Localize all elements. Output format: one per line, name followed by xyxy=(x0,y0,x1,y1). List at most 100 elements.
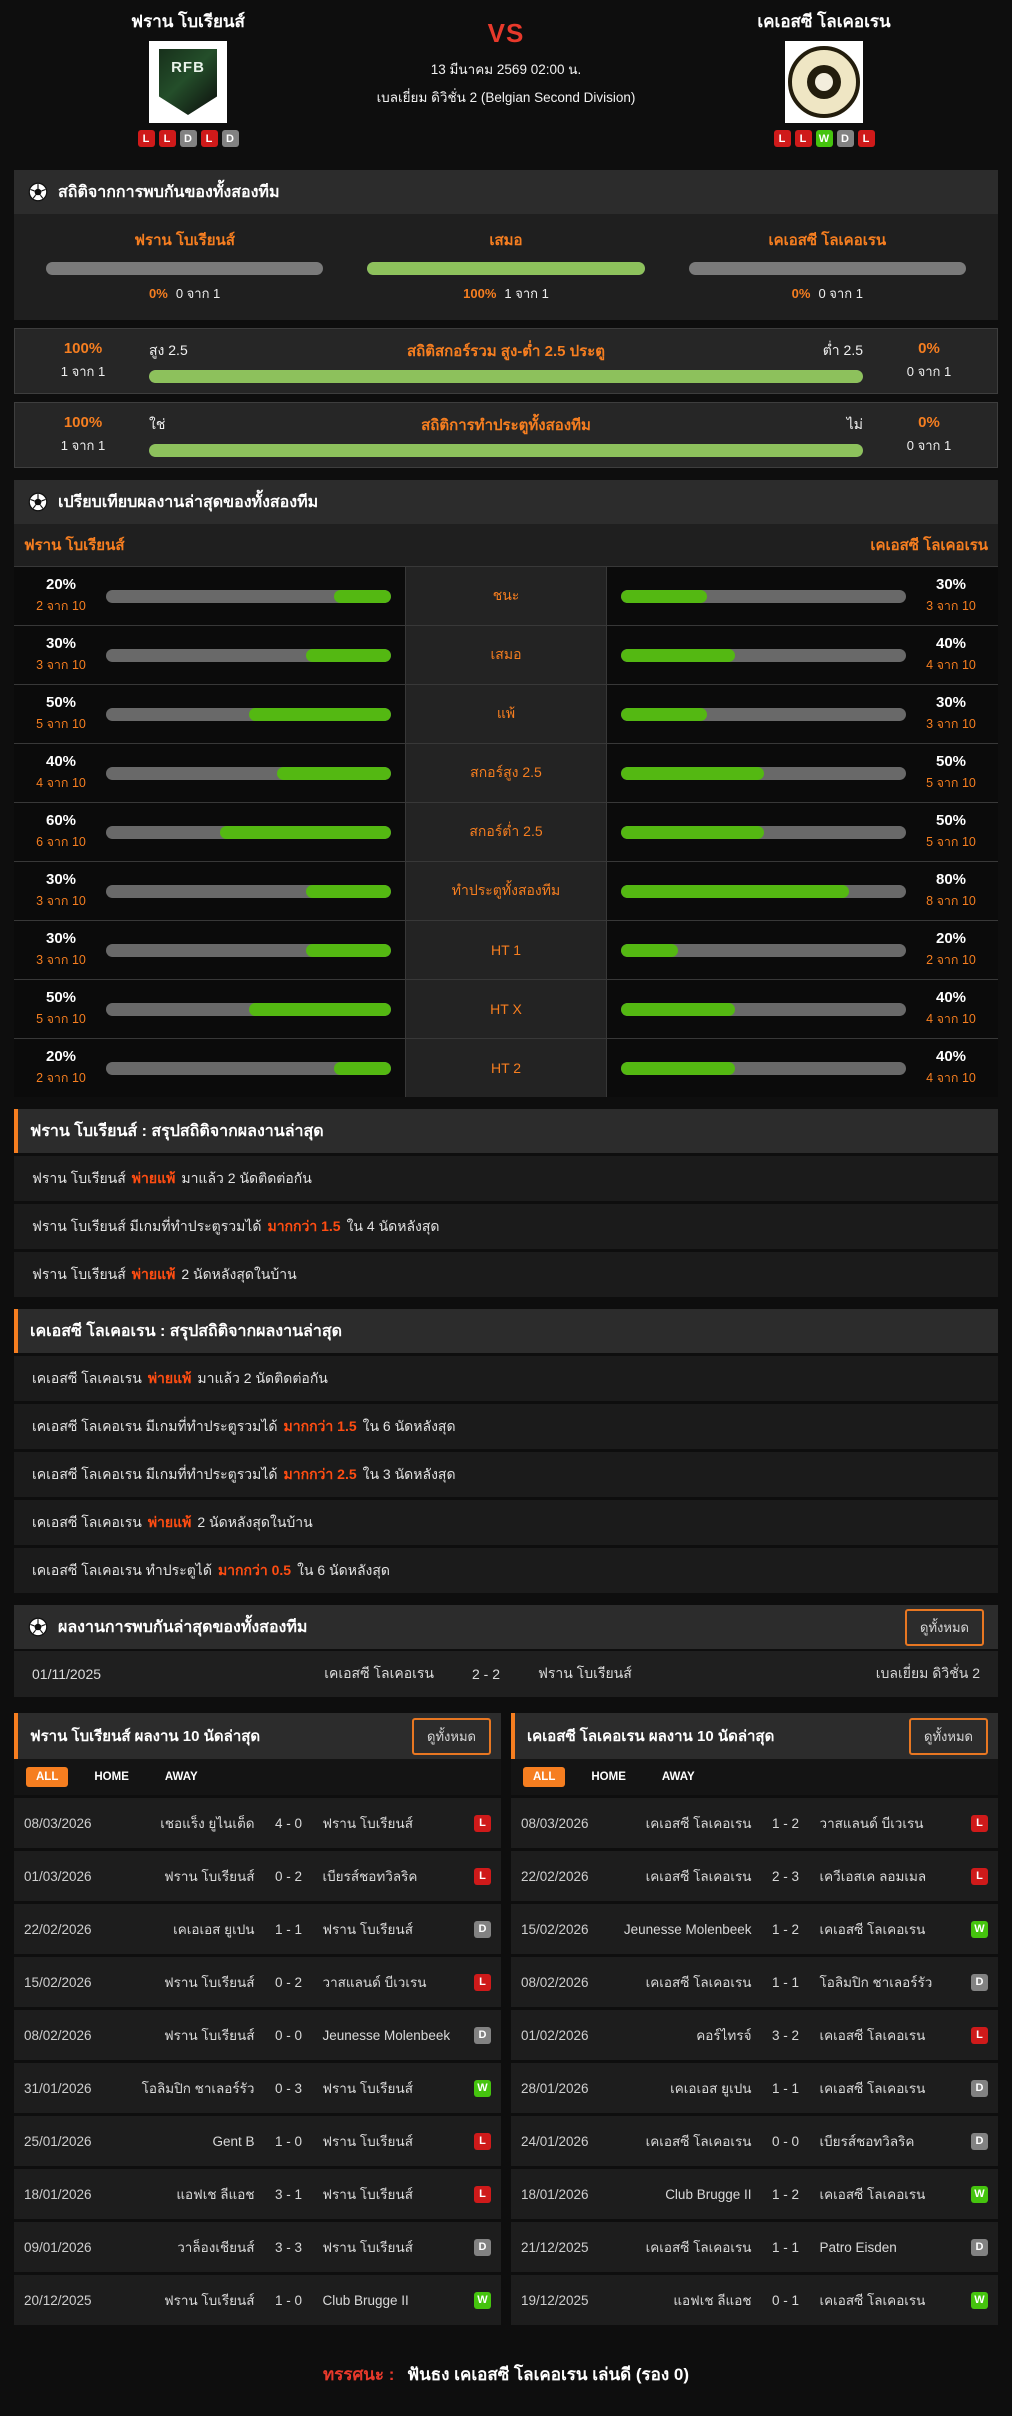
progress-bar xyxy=(367,262,644,275)
compare-row: 30%3 จาก 10 เสมอ 40%4 จาก 10 xyxy=(14,625,998,684)
tab-home[interactable]: HOME xyxy=(581,1767,636,1787)
count-value: 0 จาก 1 xyxy=(818,286,862,301)
count-value: 0 จาก 1 xyxy=(875,435,983,456)
match-row[interactable]: 25/01/2026Gent B1 - 0ฟราน โบเรียนส์L xyxy=(14,2116,501,2166)
home-team: เชอแร็ง ยูไนเต็ด xyxy=(120,1812,263,1834)
result-badge: L xyxy=(971,2027,988,2044)
match-row[interactable]: 21/12/2025เคเอสซี โลเคอเรน1 - 1Patro Eis… xyxy=(511,2222,998,2272)
match-row[interactable]: 18/01/2026แอฟเช ลีแอช3 - 1ฟราน โบเรียนส์… xyxy=(14,2169,501,2219)
match-row[interactable]: 28/01/2026เคเอเอส ยูเปน1 - 1เคเอสซี โลเค… xyxy=(511,2063,998,2113)
match-row[interactable]: 08/02/2026เคเอสซี โลเคอเรน1 - 1โอลิมปิก … xyxy=(511,1957,998,2007)
column-label: เสมอ xyxy=(367,228,644,252)
recent-form-tables: ฟราน โบเรียนส์ ผลงาน 10 นัดล่าสุด ดูทั้ง… xyxy=(14,1713,998,2325)
h2h-stats-section: สถิติจากการพบกันของทั้งสองทีม ฟราน โบเรี… xyxy=(14,170,998,468)
away-count: 4 จาก 10 xyxy=(918,655,984,675)
summary-text: เคเอสซี โลเคอเรน xyxy=(32,1368,142,1390)
match-row[interactable]: 20/12/2025ฟราน โบเรียนส์1 - 0Club Brugge… xyxy=(14,2275,501,2325)
filter-tabs: ALL HOME AWAY xyxy=(14,1759,501,1795)
compare-team-names: ฟราน โบเรียนส์ เคเอสซี โลเคอเรน xyxy=(14,524,998,566)
summary-row: เคเอสซี โลเคอเรนพ่ายแพ้มาแล้ว 2 นัดติดต่… xyxy=(14,1356,998,1401)
match-row[interactable]: 22/02/2026เคเอเอส ยูเปน1 - 1ฟราน โบเรียน… xyxy=(14,1904,501,1954)
match-row[interactable]: 09/01/2026วาล็องเชียนส์3 - 3ฟราน โบเรียน… xyxy=(14,2222,501,2272)
tab-away[interactable]: AWAY xyxy=(652,1767,705,1787)
match-row[interactable]: 31/01/2026โอลิมปิก ชาเลอร์รัว0 - 3ฟราน โ… xyxy=(14,2063,501,2113)
summary-text: 2 นัดหลังสุดในบ้าน xyxy=(197,1512,312,1534)
tab-home[interactable]: HOME xyxy=(84,1767,139,1787)
view-all-button[interactable]: ดูทั้งหมด xyxy=(905,1609,984,1646)
tab-all[interactable]: ALL xyxy=(26,1767,68,1787)
away-count: 5 จาก 10 xyxy=(918,773,984,793)
view-all-button[interactable]: ดูทั้งหมด xyxy=(909,1718,988,1755)
home-bar xyxy=(106,1062,391,1075)
match-row[interactable]: 08/03/2026เคเอสซี โลเคอเรน1 - 2วาสแลนด์ … xyxy=(511,1798,998,1848)
result-badge: L xyxy=(474,1868,491,1885)
left-option-label: ใช่ xyxy=(149,414,269,436)
away-team: ฟราน โบเรียนส์ xyxy=(516,1663,790,1685)
column-label: ฟราน โบเรียนส์ xyxy=(46,228,323,252)
tab-away[interactable]: AWAY xyxy=(155,1767,208,1787)
away-team: โอลิมปิก ชาเลอร์รัว xyxy=(812,1971,955,1993)
league-name: เบลเยี่ยม ดิวิชั่น 2 xyxy=(790,1663,980,1685)
match-date: 21/12/2025 xyxy=(521,2240,617,2255)
home-percent: 60% xyxy=(28,812,94,829)
score: 1 - 2 xyxy=(760,1816,812,1831)
section-header: ผลงานการพบกันล่าสุดของทั้งสองทีม ดูทั้งห… xyxy=(14,1605,998,1649)
away-team: Patro Eisden xyxy=(812,2240,955,2255)
away-recent-table: เคเอสซี โลเคอเรน ผลงาน 10 นัดล่าสุด ดูทั… xyxy=(511,1713,998,2325)
away-percent: 50% xyxy=(918,812,984,829)
away-side: 40%4 จาก 10 xyxy=(607,626,998,684)
away-team: วาสแลนด์ บีเวเรน xyxy=(812,1812,955,1834)
count-value: 0 จาก 1 xyxy=(875,361,983,382)
away-count: 3 จาก 10 xyxy=(918,714,984,734)
section-header: เปรียบเทียบผลงานล่าสุดของทั้งสองทีม xyxy=(14,480,998,524)
home-team: Gent B xyxy=(120,2134,263,2149)
home-side: 50%5 จาก 10 xyxy=(14,685,405,743)
summary-text: มาแล้ว 2 นัดติดต่อกัน xyxy=(181,1168,312,1190)
section-title: สถิติจากการพบกันของทั้งสองทีม xyxy=(58,180,279,205)
result-badge: L xyxy=(474,1815,491,1832)
football-icon xyxy=(28,492,48,512)
match-row[interactable]: 19/12/2025แอฟเช ลีแอช0 - 1เคเอสซี โลเคอเ… xyxy=(511,2275,998,2325)
table-header: ฟราน โบเรียนส์ ผลงาน 10 นัดล่าสุด ดูทั้ง… xyxy=(14,1713,501,1759)
tab-all[interactable]: ALL xyxy=(523,1767,565,1787)
score: 1 - 1 xyxy=(760,2240,812,2255)
score: 3 - 1 xyxy=(263,2187,315,2202)
form-badge: L xyxy=(201,130,218,147)
result-badge: D xyxy=(971,2239,988,2256)
summary-text: ฟราน โบเรียนส์ xyxy=(32,1168,126,1190)
left-stat: 100% 1 จาก 1 xyxy=(29,414,137,456)
match-row[interactable]: 08/03/2026เชอแร็ง ยูไนเต็ด4 - 0ฟราน โบเร… xyxy=(14,1798,501,1848)
away-side: 30%3 จาก 10 xyxy=(607,567,998,625)
away-side: 80%8 จาก 10 xyxy=(607,862,998,920)
away-count: 2 จาก 10 xyxy=(918,950,984,970)
score: 1 - 1 xyxy=(760,2081,812,2096)
home-percent: 50% xyxy=(28,989,94,1006)
summary-highlight: พ่ายแพ้ xyxy=(132,1264,176,1286)
home-team-name: ฟราน โบเรียนส์ xyxy=(28,8,348,35)
h2h-match-row[interactable]: 01/11/2025 เคเอสซี โลเคอเรน 2 - 2 ฟราน โ… xyxy=(14,1651,998,1697)
away-team: เคเอสซี โลเคอเรน xyxy=(812,1918,955,1940)
result-badge: L xyxy=(474,2133,491,2150)
home-count: 3 จาก 10 xyxy=(28,950,94,970)
match-row[interactable]: 15/02/2026ฟราน โบเรียนส์0 - 2วาสแลนด์ บี… xyxy=(14,1957,501,2007)
view-all-button[interactable]: ดูทั้งหมด xyxy=(412,1718,491,1755)
form-badge: W xyxy=(816,130,833,147)
match-row[interactable]: 01/03/2026ฟราน โบเรียนส์0 - 2เบียรส์ชอทว… xyxy=(14,1851,501,1901)
match-row[interactable]: 22/02/2026เคเอสซี โลเคอเรน2 - 3เควีเอสเค… xyxy=(511,1851,998,1901)
match-row[interactable]: 18/01/2026Club Brugge II1 - 2เคเอสซี โลเ… xyxy=(511,2169,998,2219)
compare-home-name: ฟราน โบเรียนส์ xyxy=(24,533,124,557)
right-option-label: ต่ำ 2.5 xyxy=(743,340,863,362)
verdict-footer: ทรรศนะ : ฟันธง เคเอสซี โลเคอเรน เล่นดี (… xyxy=(0,2361,1012,2388)
match-row[interactable]: 08/02/2026ฟราน โบเรียนส์0 - 0Jeunesse Mo… xyxy=(14,2010,501,2060)
form-badge: D xyxy=(837,130,854,147)
summary-highlight: พ่ายแพ้ xyxy=(132,1168,176,1190)
compare-row-label: HT 1 xyxy=(405,921,607,979)
away-form-badges: L L W D L xyxy=(664,130,984,147)
home-team: ฟราน โบเรียนส์ xyxy=(120,1971,263,1993)
match-row[interactable]: 24/01/2026เคเอสซี โลเคอเรน0 - 0เบียรส์ชอ… xyxy=(511,2116,998,2166)
match-row[interactable]: 01/02/2026คอร์ไทรจ์3 - 2เคเอสซี โลเคอเรน… xyxy=(511,2010,998,2060)
home-team: ฟราน โบเรียนส์ xyxy=(120,2289,263,2311)
section-title: ผลงานการพบกันล่าสุดของทั้งสองทีม xyxy=(58,1615,307,1640)
match-row[interactable]: 15/02/2026Jeunesse Molenbeek1 - 2เคเอสซี… xyxy=(511,1904,998,1954)
match-date: 18/01/2026 xyxy=(24,2187,120,2202)
